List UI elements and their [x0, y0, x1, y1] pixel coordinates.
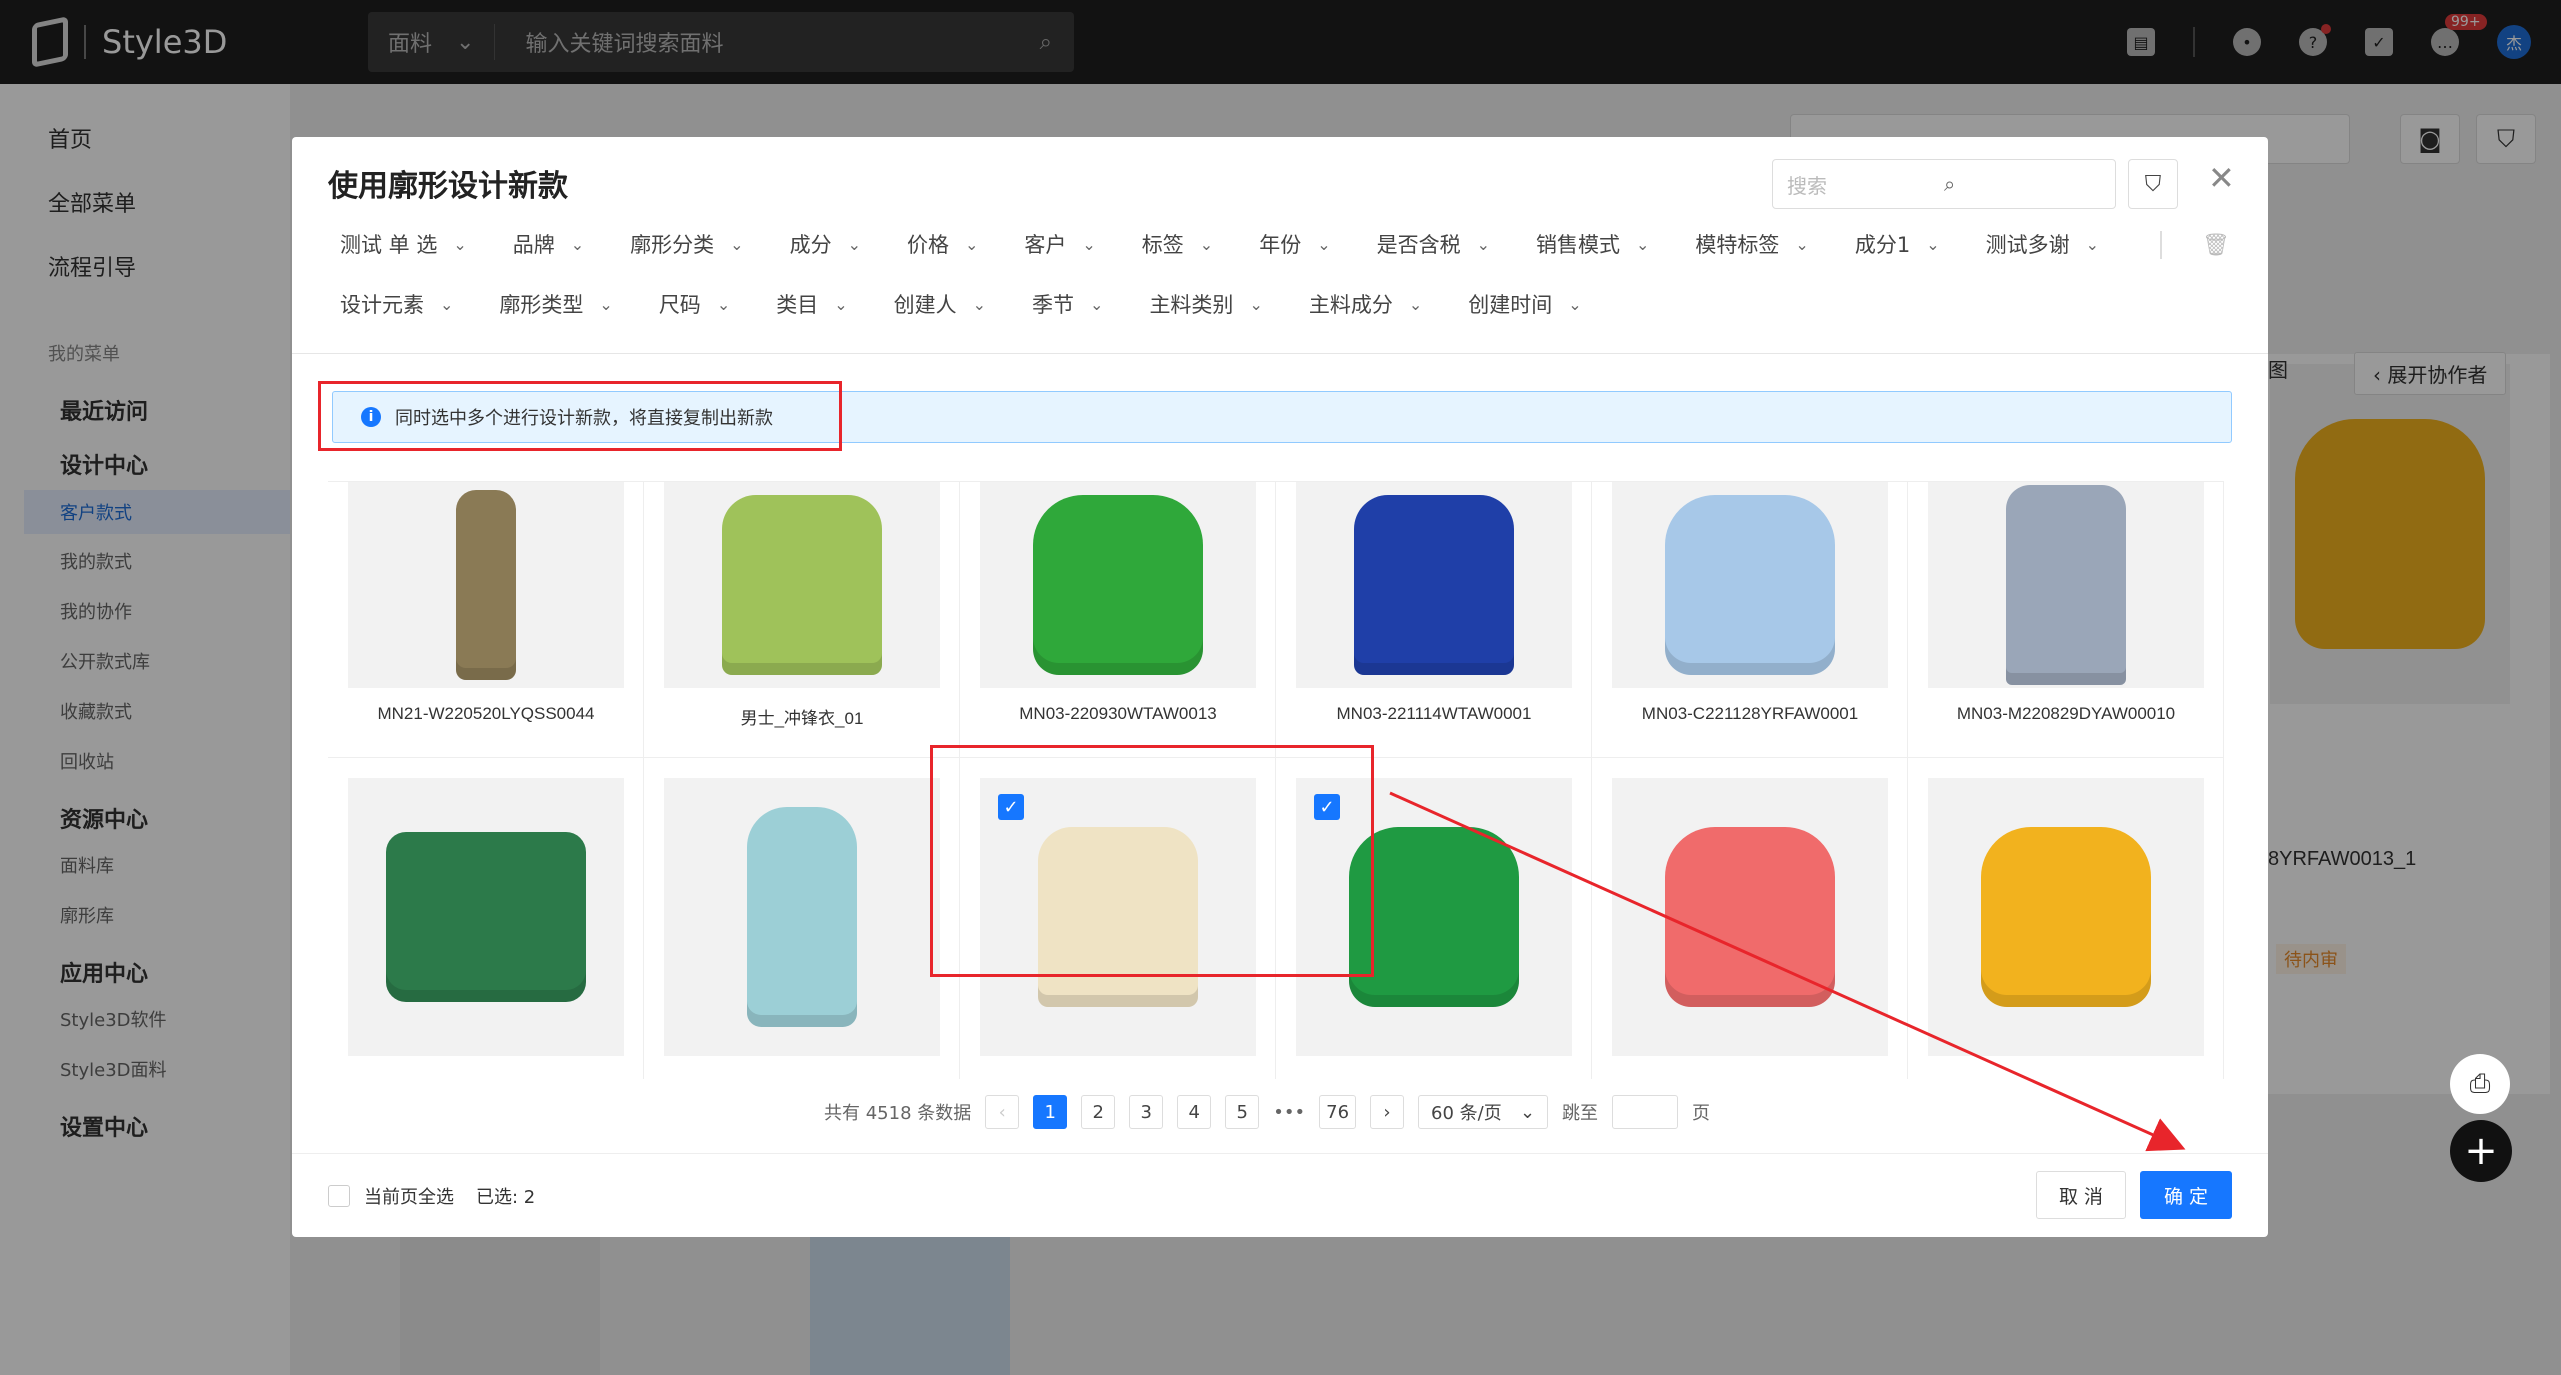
silhouette-design-modal: 使用廓形设计新款 搜索 ⌕ ⛉ ✕ 测试 单 选 ⌄ 品牌 ⌄ 廓形分类 ⌄ 成分 ⌄ 价格 ⌄ 客…: [292, 137, 2268, 1237]
annotation-arrow: [1389, 791, 2186, 1152]
add-button[interactable]: +: [2450, 1120, 2512, 1182]
print-icon[interactable]: ⎙: [2450, 1054, 2510, 1114]
card-checkbox[interactable]: ✓: [1314, 794, 1340, 820]
card-checkbox[interactable]: ✓: [998, 794, 1024, 820]
